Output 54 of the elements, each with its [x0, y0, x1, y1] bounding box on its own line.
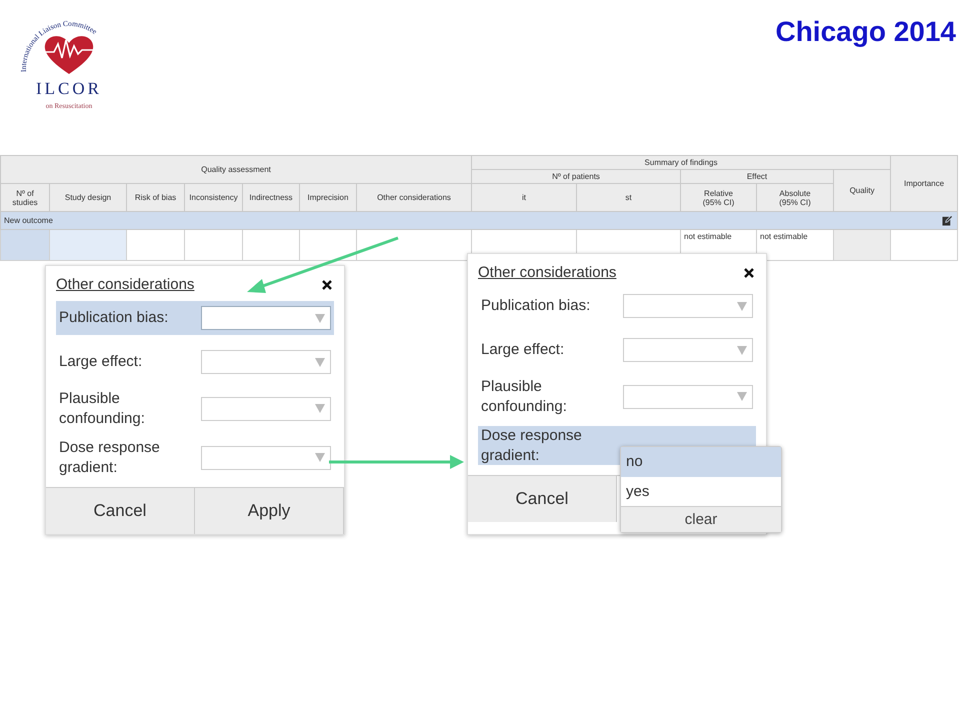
close-icon[interactable] — [744, 268, 754, 278]
column-header: Study design — [50, 184, 126, 212]
field-label: Dose response gradient: — [59, 438, 160, 477]
edit-icon[interactable] — [942, 215, 954, 226]
select-field[interactable] — [201, 446, 331, 470]
column-header: Absolute (95% CI) — [756, 184, 834, 212]
dialog-title: Other considerations — [478, 264, 616, 281]
dialog-title: Other considerations — [56, 276, 194, 293]
select-field[interactable] — [623, 384, 753, 408]
select-field[interactable] — [623, 294, 753, 318]
clear-button[interactable]: clear — [621, 506, 781, 532]
field-label: Publication bias: — [481, 296, 590, 316]
cancel-button[interactable]: Cancel — [46, 488, 195, 534]
close-icon[interactable] — [322, 280, 332, 290]
column-group-header: Summary of findings — [472, 156, 891, 170]
field-label: Dose response gradient: — [481, 426, 582, 465]
dropdown-arrow-icon — [737, 302, 747, 310]
dropdown-arrow-icon — [315, 453, 325, 462]
field-label: Large effect: — [59, 352, 142, 372]
select-field[interactable] — [623, 338, 753, 362]
field-label: Plausible confounding: — [481, 377, 567, 416]
slide-title: Chicago 2014 — [775, 16, 956, 48]
column-group-header: Quality assessment — [0, 156, 472, 184]
column-header: Risk of bias — [126, 184, 184, 212]
apply-button[interactable]: Apply — [195, 488, 344, 534]
column-header: Importance — [890, 156, 958, 212]
column-group-header: Effect — [680, 170, 834, 184]
outcome-label: New outcome — [4, 216, 53, 225]
dropdown-option[interactable]: no — [621, 447, 781, 476]
field-label: Plausible confounding: — [59, 389, 145, 428]
select-field[interactable] — [201, 396, 331, 420]
column-header: st — [576, 184, 680, 212]
dropdown-arrow-icon — [315, 404, 325, 413]
dropdown-arrow-icon — [315, 314, 325, 322]
select-field[interactable] — [201, 350, 331, 374]
table-cell: not estimable — [684, 232, 732, 241]
dropdown-option[interactable]: yes — [621, 476, 781, 506]
field-label: Publication bias: — [59, 308, 168, 328]
column-group-header: Nº of patients — [472, 170, 680, 184]
field-label: Large effect: — [481, 340, 564, 360]
column-header: it — [472, 184, 576, 212]
column-header: Relative (95% CI) — [680, 184, 756, 212]
dropdown-arrow-icon — [737, 346, 747, 354]
column-header: Quality — [834, 170, 891, 212]
column-header: Indirectness — [242, 184, 300, 212]
column-header: Inconsistency — [184, 184, 242, 212]
table-cell: not estimable — [760, 232, 808, 241]
dropdown-arrow-icon — [315, 358, 325, 366]
dropdown-arrow-icon — [737, 392, 747, 401]
column-header: Other considerations — [356, 184, 472, 212]
select-field[interactable] — [201, 306, 331, 330]
column-header: Imprecision — [300, 184, 356, 212]
column-header: Nº of studies — [0, 184, 50, 212]
cancel-button[interactable]: Cancel — [468, 476, 617, 522]
